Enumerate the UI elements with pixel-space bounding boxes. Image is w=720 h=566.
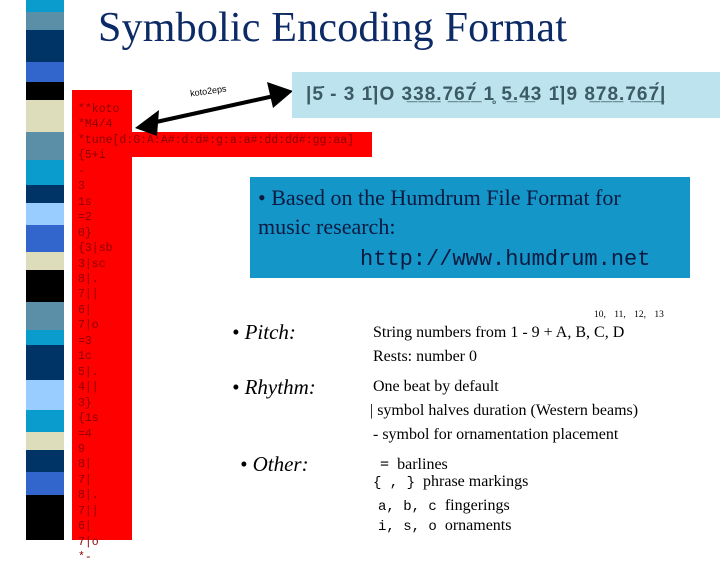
humdrum-info-box: • Based on the Humdrum File Format for m…	[250, 177, 690, 278]
stripe-segment	[26, 203, 64, 225]
other-item-ornaments: i, s, o ornaments	[378, 517, 511, 535]
decorative-stripe-bar	[26, 0, 64, 540]
koto-line: 7|	[78, 473, 92, 487]
other-desc: barlines	[397, 456, 448, 473]
stripe-segment	[26, 132, 64, 160]
koto-line: 6|	[78, 520, 92, 534]
stripe-segment	[26, 345, 64, 380]
koto-line: 1c	[78, 350, 92, 364]
other-label: • Other:	[240, 452, 309, 476]
koto-line: 8|	[78, 458, 92, 472]
koto-code-listing: **koto *M4/4 *tune[d:G:A:A#:d:d#:g:a:a#:dd…	[78, 102, 354, 566]
stripe-segment	[26, 185, 64, 203]
stripe-segment	[26, 252, 64, 270]
pitch-line-2: Rests: number 0	[373, 348, 477, 365]
stripe-segment	[26, 12, 64, 30]
stripe-segment	[26, 270, 64, 302]
koto-line: 7|o	[78, 535, 99, 549]
stripe-segment	[26, 0, 64, 12]
humdrum-url-link[interactable]: http://www.humdrum.net	[258, 245, 690, 274]
koto-line: 6|	[78, 303, 92, 317]
stripe-segment	[26, 450, 64, 472]
stripe-segment	[26, 160, 64, 185]
rhythm-line-2: | symbol halves duration (Western beams)	[370, 402, 639, 419]
koto-line: {5+i	[78, 149, 106, 163]
info-line-2: music research:	[258, 214, 396, 239]
other-desc: phrase markings	[423, 473, 529, 490]
other-desc: ornaments	[444, 517, 512, 534]
stripe-segment	[26, 302, 64, 330]
stripe-segment	[26, 62, 64, 82]
koto-line: 8|.	[78, 489, 99, 503]
stripe-segment	[26, 30, 64, 62]
pitch-superscript: 10, 11, 12, 13	[594, 310, 664, 320]
other-item-phrase: { , } phrase markings	[373, 473, 528, 491]
other-item-fingerings: a, b, c fingerings	[378, 497, 510, 515]
koto-line: {1s	[78, 412, 99, 426]
stripe-segment	[26, 380, 64, 410]
other-symbol: a, b, c	[378, 499, 437, 515]
other-symbol: i, s, o	[378, 519, 437, 535]
koto-notation-example: |5̇ - 3 1̈|O 3̲3̲8̲.7̲6̲7̲́ 1̥ 5̲.4̲3 1̈…	[292, 72, 720, 118]
other-symbol: =	[380, 456, 390, 473]
stripe-segment	[26, 495, 64, 540]
info-line-1: • Based on the Humdrum File Format for	[258, 185, 621, 210]
stripe-segment	[26, 330, 64, 345]
other-symbol: { , }	[373, 475, 416, 491]
rhythm-label: • Rhythm:	[232, 375, 316, 399]
koto-line: *-	[78, 551, 92, 565]
other-item-barlines: = barlines	[380, 456, 448, 474]
pitch-label: • Pitch:	[232, 320, 296, 344]
rhythm-line-3: - symbol for ornamentation placement	[373, 426, 619, 443]
stripe-segment	[26, 225, 64, 252]
koto-line: =4	[78, 427, 92, 441]
koto-line: 7||	[78, 504, 99, 518]
stripe-segment	[26, 82, 64, 100]
koto-line: =3	[78, 334, 92, 348]
koto-line: 7||	[78, 288, 99, 302]
koto-line: 9	[78, 442, 85, 456]
stripe-segment	[26, 410, 64, 432]
other-desc: fingerings	[444, 497, 510, 514]
rhythm-line-1: One beat by default	[373, 378, 499, 395]
pitch-line-1: String numbers from 1 - 9 + A, B, C, D	[373, 324, 625, 341]
koto-line: 7|o	[78, 319, 99, 333]
stripe-segment	[26, 100, 64, 132]
stripe-segment	[26, 472, 64, 495]
stripe-segment	[26, 432, 64, 450]
slide-title: Symbolic Encoding Format	[98, 5, 568, 51]
